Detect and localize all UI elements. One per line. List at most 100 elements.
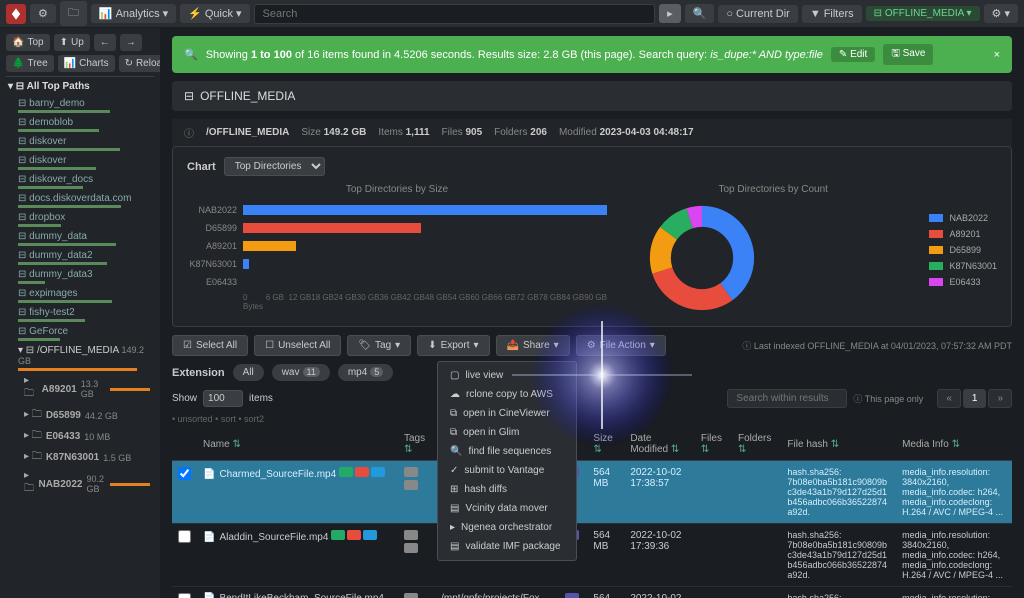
chart-panel: Chart Top Directories Top Directories by… xyxy=(172,146,1012,327)
col-header[interactable]: Tags ⇅ xyxy=(398,428,435,461)
page-1[interactable]: 1 xyxy=(963,389,987,408)
tree-item[interactable]: ⊟ diskover xyxy=(6,153,154,172)
up-button[interactable]: ⬆ Up xyxy=(54,34,90,51)
tree-button[interactable]: 🌲 Tree xyxy=(6,55,54,72)
path-panel: ⊟ OFFLINE_MEDIA xyxy=(172,81,1012,111)
tree-item[interactable]: ⊟ demoblob xyxy=(6,115,154,134)
forward-button[interactable]: → xyxy=(120,34,142,51)
table-row[interactable]: 📄BendItLikeBeckham_SourceFile.mp4 /mnt/g… xyxy=(172,587,1012,598)
dropdown-item[interactable]: ⧉open in Glim xyxy=(438,423,576,442)
current-dir-toggle[interactable]: ○ Current Dir xyxy=(718,5,797,23)
top-button[interactable]: 🏠 Top xyxy=(6,34,50,51)
ext-wav[interactable]: wav11 xyxy=(272,364,330,381)
row-checkbox[interactable] xyxy=(178,593,191,598)
close-icon[interactable]: × xyxy=(994,49,1000,61)
chart-type-select[interactable]: Top Directories xyxy=(224,157,325,176)
save-query-button[interactable]: 🖫 Save xyxy=(883,44,933,65)
tree-item[interactable]: ⊟ diskover_docs xyxy=(6,172,154,191)
action-toolbar: ☑ Select All ☐ Unselect All 🏷 Tag ▾ ⬇ Ex… xyxy=(172,335,1012,356)
col-header[interactable] xyxy=(172,428,197,461)
path-info-row: ⓘ /OFFLINE_MEDIA Size 149.2 GB Items 1,1… xyxy=(172,119,1012,146)
col-header[interactable]: Files ⇅ xyxy=(695,428,732,461)
search-submit-button[interactable]: ▸ xyxy=(659,4,681,23)
share-menu[interactable]: 📤 Share ▾ xyxy=(496,335,570,356)
tree-item[interactable]: ⊟ fishy-test2 xyxy=(6,305,154,324)
search-icon[interactable]: 🔍 xyxy=(685,4,715,23)
sidebar: 🏠 Top ⬆ Up ← → 🌲 Tree 📊 Charts ↻ Reload … xyxy=(0,28,160,598)
donut-chart: Top Directories by Count NAB2022A89201D6… xyxy=(647,184,997,316)
col-header[interactable]: Folders ⇅ xyxy=(732,428,781,461)
results-search-input[interactable] xyxy=(727,389,847,408)
app-logo[interactable] xyxy=(6,4,26,24)
select-all-button[interactable]: ☑ Select All xyxy=(172,335,248,356)
col-header[interactable]: Size ⇅ xyxy=(587,428,624,461)
dropdown-item[interactable]: ▤Vcinity data mover xyxy=(438,499,576,518)
bar-chart: Top Directories by Size NAB2022D65899A89… xyxy=(187,184,607,316)
row-checkbox[interactable] xyxy=(178,467,191,480)
legend-item: NAB2022 xyxy=(929,213,997,223)
dashboard-icon[interactable]: ⚙ xyxy=(30,4,56,23)
edit-query-button[interactable]: ✎ Edit xyxy=(831,47,875,62)
extension-filter: Extension All wav11 mp45 xyxy=(172,364,1012,381)
col-header[interactable]: Media Info ⇅ xyxy=(896,428,1012,461)
results-alert: 🔍 Showing 1 to 100 of 16 items found in … xyxy=(172,36,1012,73)
tree-item[interactable]: ⊟ dummy_data3 xyxy=(6,267,154,286)
drive-icon: ⊟ xyxy=(184,89,194,103)
global-search-input[interactable] xyxy=(254,4,656,24)
tree-item[interactable]: ⊟ diskover xyxy=(6,134,154,153)
tag-menu[interactable]: 🏷 Tag ▾ xyxy=(347,335,411,356)
tree-subdir[interactable]: ▸ 🗀 A89201 13.3 GB xyxy=(6,373,154,405)
table-row[interactable]: 📄Aladdin_SourceFile.mp4 /mnt/gpfs/projec… xyxy=(172,524,1012,587)
row-checkbox[interactable] xyxy=(178,530,191,543)
export-menu[interactable]: ⬇ Export ▾ xyxy=(417,335,489,356)
page-size-input[interactable] xyxy=(203,390,243,407)
ext-all[interactable]: All xyxy=(233,364,264,381)
charts-button[interactable]: 📊 Charts xyxy=(58,55,115,72)
legend-item: D65899 xyxy=(929,245,997,255)
tree-subdir[interactable]: ▸ 🗀 K87N63001 1.5 GB xyxy=(6,447,154,468)
analytics-menu[interactable]: 📊 Analytics ▾ xyxy=(91,4,176,23)
dropdown-item[interactable]: ▤validate IMF package xyxy=(438,537,576,556)
tree-item[interactable]: ⊟ GeForce xyxy=(6,324,154,343)
ext-mp4[interactable]: mp45 xyxy=(338,364,393,381)
dropdown-item[interactable]: ▢live view xyxy=(438,366,576,385)
filters-button[interactable]: ▼ Filters xyxy=(802,5,862,23)
dropdown-item[interactable]: ▸Ngenea orchestrator xyxy=(438,518,576,537)
file-action-menu[interactable]: ⚙ File Action ▾ xyxy=(576,335,666,356)
tree-offline-media[interactable]: ▾ ⊟ /OFFLINE_MEDIA 149.2 GB xyxy=(6,343,154,373)
reload-button[interactable]: ↻ Reload xyxy=(119,55,160,72)
tree-item[interactable]: ⊟ expimages xyxy=(6,286,154,305)
search-icon: 🔍 xyxy=(184,48,198,61)
tree-item[interactable]: ⊟ barny_demo xyxy=(6,96,154,115)
dropdown-item[interactable]: ⊞hash diffs xyxy=(438,480,576,499)
col-header[interactable]: Name ⇅ xyxy=(197,428,398,461)
table-row[interactable]: 📄Charmed_SourceFile.mp4 /mnt/gpfs/projec… xyxy=(172,461,1012,524)
dropdown-item[interactable]: ⧉open in CineViewer xyxy=(438,404,576,423)
unselect-all-button[interactable]: ☐ Unselect All xyxy=(254,335,341,356)
topbar: ⚙ 🗀 📊 Analytics ▾ ⚡ Quick ▾ ▸ 🔍 ○ Curren… xyxy=(0,0,1024,28)
page-prev[interactable]: « xyxy=(937,389,961,408)
folder-icon[interactable]: 🗀 xyxy=(60,1,87,26)
tree-item[interactable]: ⊟ dropbox xyxy=(6,210,154,229)
main-content: 🔍 Showing 1 to 100 of 16 items found in … xyxy=(160,28,1024,598)
back-button[interactable]: ← xyxy=(94,34,116,51)
tree-header: ▾ ⊟ All Top Paths xyxy=(6,76,154,96)
tree-item[interactable]: ⊟ dummy_data2 xyxy=(6,248,154,267)
tree-item[interactable]: ⊟ docs.diskoverdata.com xyxy=(6,191,154,210)
tree-item[interactable]: ⊟ dummy_data xyxy=(6,229,154,248)
tree-subdir[interactable]: ▸ 🗀 NAB2022 90.2 GB xyxy=(6,468,154,500)
col-header[interactable]: File hash ⇅ xyxy=(781,428,896,461)
index-badge[interactable]: ⊟ OFFLINE_MEDIA ▾ xyxy=(866,6,980,21)
tree-subdir[interactable]: ▸ 🗀 D65899 44.2 GB xyxy=(6,405,154,426)
settings-icon[interactable]: ⚙ ▾ xyxy=(984,4,1018,23)
quick-menu[interactable]: ⚡ Quick ▾ xyxy=(180,4,249,23)
page-next[interactable]: » xyxy=(988,389,1012,408)
dropdown-item[interactable]: ☁rclone copy to AWS xyxy=(438,385,576,404)
col-header[interactable]: Date Modified ⇅ xyxy=(624,428,695,461)
legend-item: K87N63001 xyxy=(929,261,997,271)
tree-subdir[interactable]: ▸ 🗀 E06433 10 MB xyxy=(6,426,154,447)
dropdown-item[interactable]: ✓submit to Vantage xyxy=(438,461,576,480)
legend-item: E06433 xyxy=(929,277,997,287)
sort-hint: • unsorted • sort • sort2 xyxy=(172,414,1012,424)
dropdown-item[interactable]: 🔍find file sequences xyxy=(438,442,576,461)
